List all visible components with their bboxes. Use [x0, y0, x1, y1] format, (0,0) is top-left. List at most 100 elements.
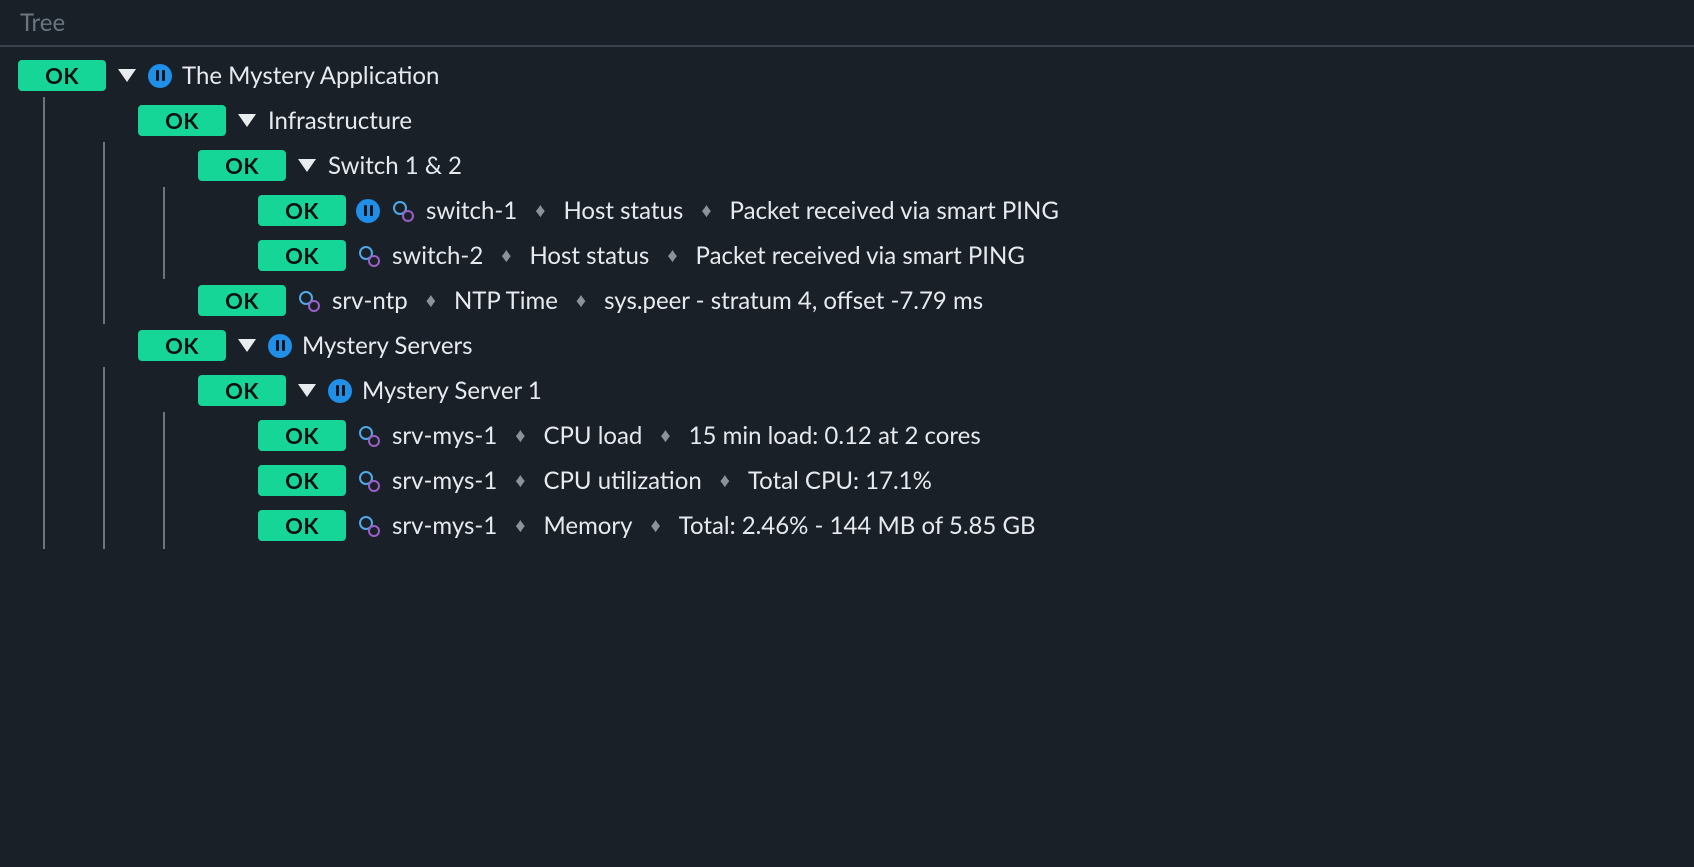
leaf-host: srv-ntp	[332, 286, 408, 315]
separator-diamond-icon: ♦	[515, 468, 525, 493]
status-badge: OK	[198, 285, 286, 316]
tree-leaf[interactable]: OK srv-ntp ♦ NTP Time ♦ sys.peer - strat…	[18, 278, 1676, 323]
status-badge: OK	[258, 420, 346, 451]
tree-node[interactable]: OK Mystery Server 1	[18, 368, 1676, 413]
pause-icon	[148, 64, 172, 88]
separator-diamond-icon: ♦	[651, 513, 661, 538]
status-badge: OK	[258, 510, 346, 541]
leaf-service: Memory	[543, 511, 632, 540]
pause-icon	[356, 199, 380, 223]
tree-spacer	[138, 150, 188, 181]
tree-spacer	[78, 330, 128, 361]
separator-diamond-icon: ♦	[426, 288, 436, 313]
leaf-service: Host status	[529, 241, 649, 270]
leaf-info: Total: 2.46% - 144 MB of 5.85 GB	[679, 511, 1036, 540]
service-gears-icon	[356, 243, 382, 269]
separator-diamond-icon: ♦	[660, 423, 670, 448]
tree-guide	[138, 510, 188, 541]
panel-header: Tree	[0, 0, 1694, 47]
expand-caret-icon[interactable]	[118, 69, 136, 82]
tree-guide	[18, 285, 68, 316]
status-badge: OK	[18, 60, 106, 91]
tree-guide	[138, 240, 188, 271]
leaf-host: srv-mys-1	[392, 466, 497, 495]
service-gears-icon	[356, 513, 382, 539]
separator-diamond-icon: ♦	[501, 243, 511, 268]
tree-spacer	[198, 195, 248, 226]
expand-caret-icon[interactable]	[238, 114, 256, 127]
tree-guide	[78, 150, 128, 181]
tree-leaf[interactable]: OK srv-mys-1 ♦ CPU utilization ♦ Total C…	[18, 458, 1676, 503]
tree-guide	[78, 420, 128, 451]
tree-spacer	[138, 285, 188, 316]
status-badge: OK	[198, 150, 286, 181]
tree-node[interactable]: OK Mystery Servers	[18, 323, 1676, 368]
status-badge: OK	[138, 105, 226, 136]
tree-spacer	[198, 465, 248, 496]
status-badge: OK	[198, 375, 286, 406]
leaf-info: Packet received via smart PING	[696, 241, 1025, 270]
status-badge: OK	[138, 330, 226, 361]
leaf-service: NTP Time	[454, 286, 558, 315]
tree-leaf[interactable]: OK switch-1 ♦ Host status ♦ Packet recei…	[18, 188, 1676, 233]
node-label: Mystery Servers	[302, 331, 473, 360]
tree-guide	[78, 375, 128, 406]
expand-caret-icon[interactable]	[298, 159, 316, 172]
node-label: Switch 1 & 2	[328, 151, 462, 180]
node-label: Mystery Server 1	[362, 376, 542, 405]
tree-guide	[78, 195, 128, 226]
tree-spacer	[198, 420, 248, 451]
tree-guide	[18, 240, 68, 271]
separator-diamond-icon: ♦	[576, 288, 586, 313]
tree-guide	[18, 375, 68, 406]
tree-node-root[interactable]: OK The Mystery Application	[18, 53, 1676, 98]
tree-guide	[78, 510, 128, 541]
tree-node[interactable]: OK Infrastructure	[18, 98, 1676, 143]
tree-spacer	[198, 240, 248, 271]
tree-leaf[interactable]: OK switch-2 ♦ Host status ♦ Packet recei…	[18, 233, 1676, 278]
tree-guide	[18, 195, 68, 226]
pause-icon	[328, 379, 352, 403]
leaf-host: switch-2	[392, 241, 483, 270]
tree-guide	[18, 105, 68, 136]
service-gears-icon	[356, 423, 382, 449]
service-gears-icon	[356, 468, 382, 494]
expand-caret-icon[interactable]	[238, 339, 256, 352]
node-label: Infrastructure	[268, 106, 412, 135]
leaf-info: 15 min load: 0.12 at 2 cores	[689, 421, 981, 450]
tree-guide	[18, 150, 68, 181]
tree-guide	[78, 285, 128, 316]
expand-caret-icon[interactable]	[298, 384, 316, 397]
tree-node[interactable]: OK Switch 1 & 2	[18, 143, 1676, 188]
tree-spacer	[198, 510, 248, 541]
separator-diamond-icon: ♦	[667, 243, 677, 268]
leaf-host: srv-mys-1	[392, 511, 497, 540]
leaf-info: Total CPU: 17.1%	[748, 466, 932, 495]
pause-icon	[268, 334, 292, 358]
leaf-service: Host status	[563, 196, 683, 225]
separator-diamond-icon: ♦	[701, 198, 711, 223]
status-badge: OK	[258, 240, 346, 271]
leaf-info: Packet received via smart PING	[730, 196, 1059, 225]
separator-diamond-icon: ♦	[515, 513, 525, 538]
tree-spacer	[78, 105, 128, 136]
tree-spacer	[138, 375, 188, 406]
tree-guide	[138, 195, 188, 226]
tree-guide	[18, 510, 68, 541]
tree-leaf[interactable]: OK srv-mys-1 ♦ Memory ♦ Total: 2.46% - 1…	[18, 503, 1676, 548]
leaf-info: sys.peer - stratum 4, offset -7.79 ms	[604, 286, 983, 315]
status-badge: OK	[258, 195, 346, 226]
tree-guide	[138, 420, 188, 451]
service-gears-icon	[390, 198, 416, 224]
leaf-host: switch-1	[426, 196, 517, 225]
node-label: The Mystery Application	[182, 61, 439, 90]
tree-guide	[18, 330, 68, 361]
tree-view: OK The Mystery Application OK Infrastruc…	[0, 53, 1694, 548]
service-gears-icon	[296, 288, 322, 314]
status-badge: OK	[258, 465, 346, 496]
separator-diamond-icon: ♦	[535, 198, 545, 223]
tree-leaf[interactable]: OK srv-mys-1 ♦ CPU load ♦ 15 min load: 0…	[18, 413, 1676, 458]
tree-guide	[18, 420, 68, 451]
leaf-service: CPU utilization	[543, 466, 701, 495]
tree-guide	[138, 465, 188, 496]
